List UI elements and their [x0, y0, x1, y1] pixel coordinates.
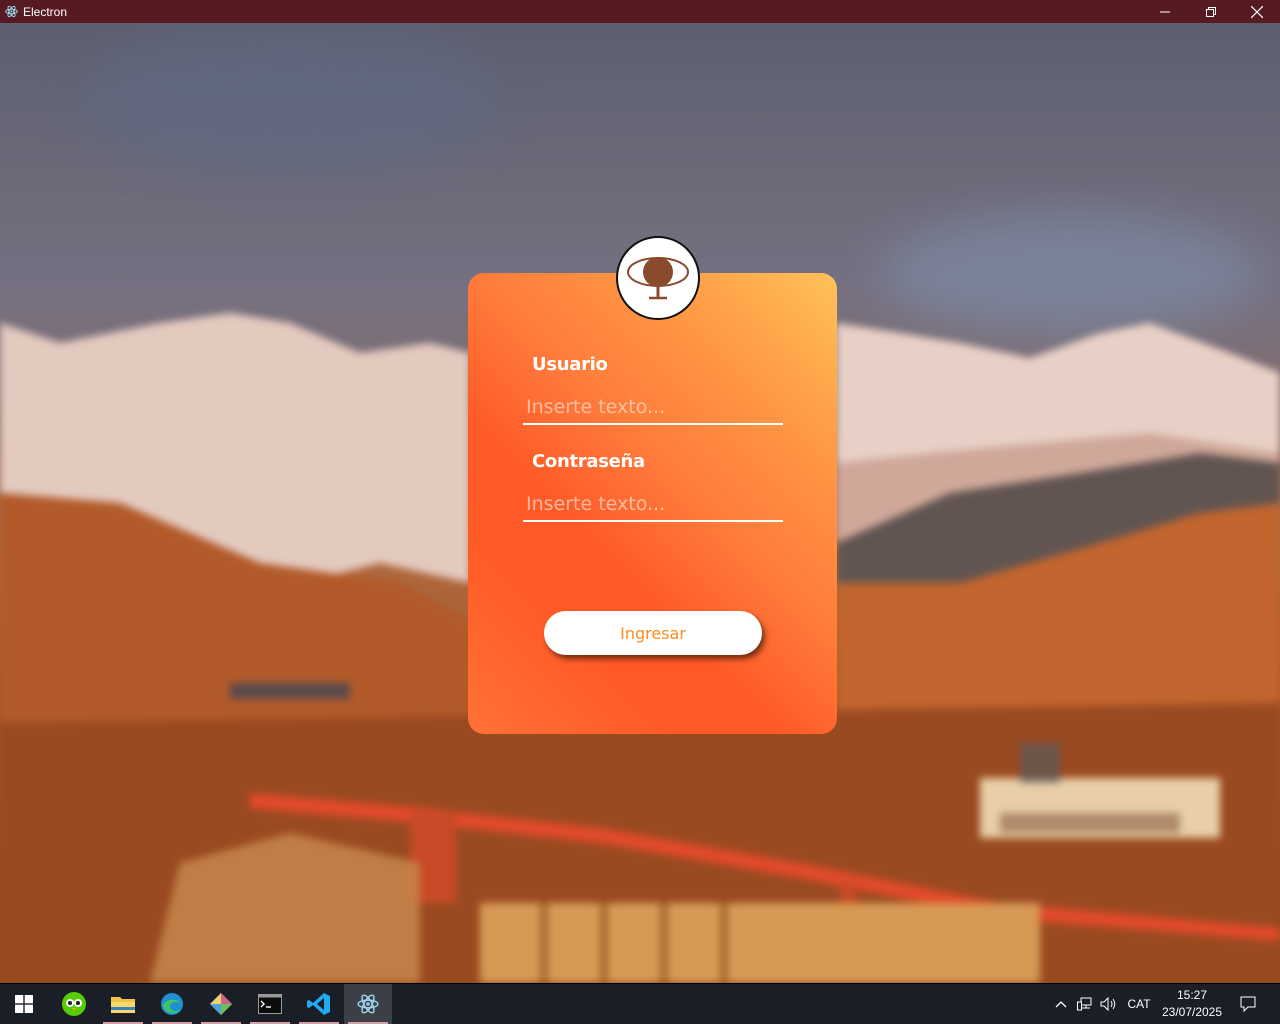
restore-icon — [1206, 6, 1216, 17]
clock[interactable]: 15:27 23/07/2025 — [1158, 984, 1226, 1024]
password-label: Contraseña — [532, 451, 645, 472]
clock-date: 23/07/2025 — [1161, 1005, 1223, 1019]
eye-globe-icon — [627, 257, 689, 300]
edge-icon — [161, 993, 183, 1015]
notifications-button[interactable] — [1234, 984, 1262, 1024]
start-button[interactable] — [0, 984, 48, 1024]
username-input[interactable] — [523, 391, 783, 425]
edge-app[interactable] — [148, 984, 196, 1024]
window-title: Electron — [23, 4, 68, 19]
password-input[interactable] — [523, 488, 783, 522]
taskbar: CAT 15:27 23/07/2025 — [0, 984, 1280, 1024]
close-icon — [1251, 5, 1263, 18]
vscode-icon — [307, 993, 330, 1015]
minimize-button[interactable] — [1142, 0, 1188, 23]
file-explorer-app[interactable] — [99, 984, 147, 1024]
restore-button[interactable] — [1188, 0, 1234, 23]
minimize-icon — [1160, 11, 1170, 12]
electron-icon — [357, 994, 379, 1014]
show-hidden-icons-button[interactable] — [1052, 984, 1070, 1024]
terminal-icon — [258, 994, 282, 1014]
windows-logo-icon — [15, 995, 33, 1013]
language-indicator[interactable]: CAT — [1124, 984, 1154, 1024]
electron-app[interactable] — [344, 984, 392, 1024]
logo — [616, 236, 700, 320]
folder-icon — [111, 997, 135, 1013]
electron-icon — [4, 5, 18, 19]
chevron-up-icon — [1055, 1001, 1067, 1008]
terminal-app[interactable] — [246, 984, 294, 1024]
git-app[interactable] — [197, 984, 245, 1024]
volume-button[interactable] — [1098, 984, 1120, 1024]
username-label: Usuario — [532, 354, 608, 375]
git-diamond-icon — [210, 993, 232, 1015]
owl-icon — [62, 992, 86, 1016]
notification-icon — [1240, 996, 1256, 1012]
window-titlebar: Electron — [0, 0, 1280, 23]
network-icon — [1077, 997, 1092, 1011]
clock-time: 15:27 — [1176, 988, 1208, 1002]
duolingo-app[interactable] — [50, 984, 98, 1024]
vscode-app[interactable] — [295, 984, 343, 1024]
network-button[interactable] — [1074, 984, 1096, 1024]
close-button[interactable] — [1234, 0, 1280, 23]
login-button[interactable]: Ingresar — [544, 611, 762, 655]
speaker-icon — [1100, 997, 1116, 1011]
